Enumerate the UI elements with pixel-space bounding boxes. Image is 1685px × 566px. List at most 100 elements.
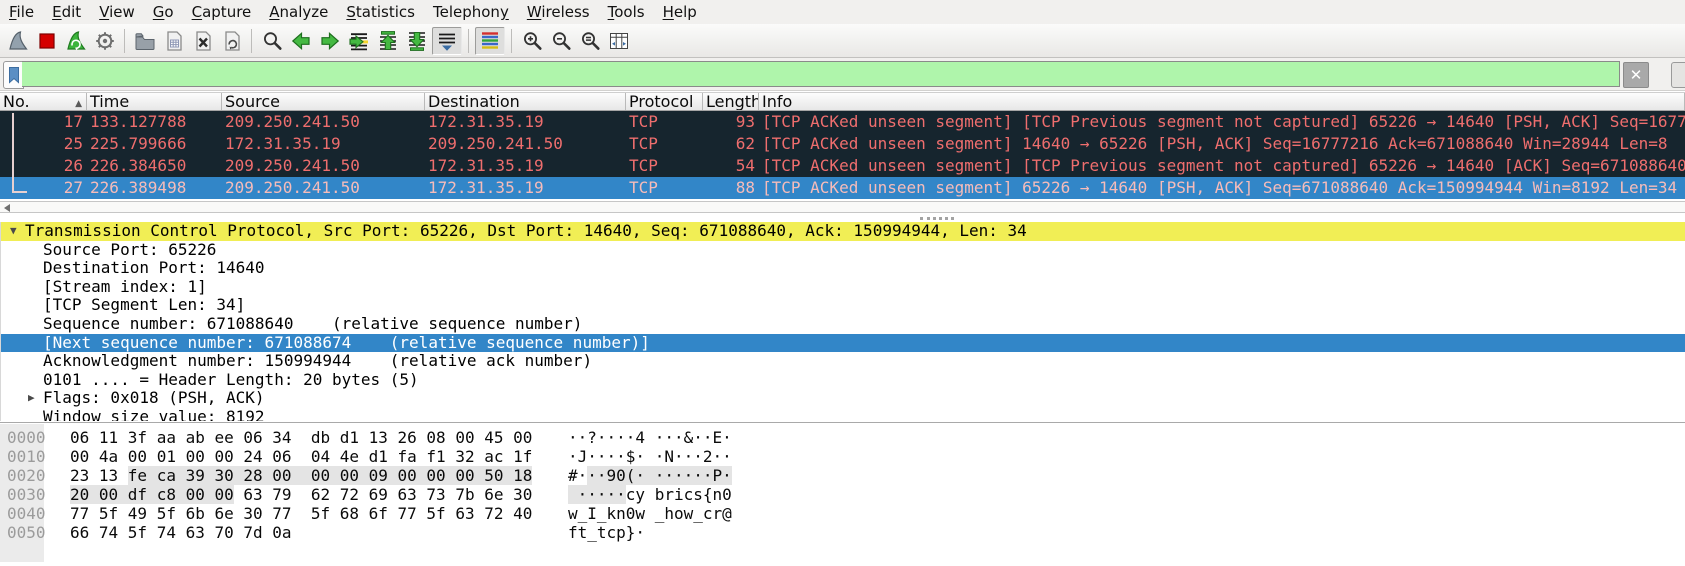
resize-columns-button[interactable] xyxy=(605,27,632,55)
cell-source: 172.31.35.19 xyxy=(222,133,425,155)
expander-open-icon[interactable]: ▼ xyxy=(10,222,17,241)
hex-bytes: 77 5f 49 5f 6b 6e 30 77 5f 68 6f 77 5f 6… xyxy=(70,504,532,523)
filter-apply-button[interactable] xyxy=(1671,62,1685,88)
menu-help[interactable]: Help xyxy=(654,0,706,24)
packet-row-26[interactable]: 26226.384650209.250.241.50172.31.35.19TC… xyxy=(0,155,1685,177)
hex-offset: 0040 xyxy=(7,504,46,523)
previous-packet-button[interactable] xyxy=(287,27,314,55)
detail-row-9[interactable]: ▶Flags: 0x018 (PSH, ACK) xyxy=(1,389,1685,408)
zoom-in-icon xyxy=(520,29,544,53)
hex-row-0020[interactable]: 002023 13 fe ca 39 30 28 00 00 00 09 00 … xyxy=(0,466,1685,485)
zoom-out-button[interactable] xyxy=(547,27,574,55)
first-packet-button[interactable] xyxy=(374,27,401,55)
cell-destination: 209.250.241.50 xyxy=(425,133,626,155)
column-header-length[interactable]: Length xyxy=(703,93,759,110)
hex-row-0050[interactable]: 005066 74 5f 74 63 70 7d 0aft_tcp}· xyxy=(0,523,1685,542)
cell-time: 226.384650 xyxy=(87,155,222,177)
column-header-destination[interactable]: Destination xyxy=(425,93,626,110)
hex-row-0010[interactable]: 001000 4a 00 01 00 00 24 06 04 4e d1 fa … xyxy=(0,447,1685,466)
detail-row-5[interactable]: Sequence number: 671088640 (relative seq… xyxy=(1,315,1685,334)
menu-wireless[interactable]: Wireless xyxy=(518,0,599,24)
main-toolbar xyxy=(0,24,1685,58)
filter-clear-button[interactable]: ✕ xyxy=(1623,62,1649,88)
column-label: Source xyxy=(225,93,280,110)
wireshark-fin-icon xyxy=(6,29,30,53)
save-file-button[interactable] xyxy=(160,27,187,55)
column-label: Length xyxy=(706,93,759,110)
column-header-time[interactable]: Time xyxy=(87,93,222,110)
packet-list-horizontal-scrollbar[interactable] xyxy=(0,201,1685,213)
packet-row-25[interactable]: 25225.799666172.31.35.19209.250.241.50TC… xyxy=(0,133,1685,155)
detail-row-1[interactable]: Source Port: 65226 xyxy=(1,241,1685,260)
hex-offset: 0000 xyxy=(7,428,46,447)
stop-capture-button[interactable] xyxy=(33,27,60,55)
packet-details-pane: ▼Transmission Control Protocol, Src Port… xyxy=(0,222,1685,421)
filter-bookmark-button[interactable] xyxy=(3,61,24,89)
cell-source: 209.250.241.50 xyxy=(222,111,425,133)
detail-text: 0101 .... = Header Length: 20 bytes (5) xyxy=(1,371,419,390)
detail-row-10[interactable]: Window size value: 8192 xyxy=(1,408,1685,421)
autoscroll-icon xyxy=(435,29,459,53)
last-packet-icon xyxy=(405,29,429,53)
hex-bytes: 23 13 fe ca 39 30 28 00 00 00 09 00 00 0… xyxy=(70,466,532,485)
menu-view[interactable]: View xyxy=(90,0,144,24)
expander-closed-icon[interactable]: ▶ xyxy=(28,389,35,408)
hex-offset: 0050 xyxy=(7,523,46,542)
hex-row-0040[interactable]: 0040 77 5f 49 5f 6b 6e 30 77 5f 68 6f 77 … xyxy=(0,504,1685,523)
menu-edit[interactable]: Edit xyxy=(43,0,90,24)
detail-row-3[interactable]: [Stream index: 1] xyxy=(1,278,1685,297)
menu-telephony[interactable]: Telephony xyxy=(424,0,518,24)
hex-row-0000[interactable]: 000006 11 3f aa ab ee 06 34 db d1 13 26 … xyxy=(0,423,1685,447)
hex-row-0030[interactable]: 003020 00 df c8 00 00 63 79 62 72 69 63 … xyxy=(0,485,1685,504)
hex-offset: 0010 xyxy=(7,447,46,466)
wireshark-fin-button[interactable] xyxy=(4,27,31,55)
column-header-no[interactable]: No.▲ xyxy=(0,93,87,110)
find-packet-button[interactable] xyxy=(258,27,285,55)
autoscroll-button[interactable] xyxy=(432,27,462,55)
scrollbar-left-arrow-icon[interactable] xyxy=(4,204,10,212)
menu-statistics[interactable]: Statistics xyxy=(337,0,424,24)
capture-options-button[interactable] xyxy=(91,27,118,55)
hex-ascii: ·J····$· ·N···2·· xyxy=(568,447,732,466)
menu-bar: FileEditViewGoCaptureAnalyzeStatisticsTe… xyxy=(0,0,1685,24)
column-header-protocol[interactable]: Protocol xyxy=(626,93,703,110)
reload-file-button[interactable] xyxy=(218,27,245,55)
restart-capture-button[interactable] xyxy=(62,27,89,55)
menu-go[interactable]: Go xyxy=(144,0,183,24)
hex-ascii: ft_tcp}· xyxy=(568,523,645,542)
packet-row-17[interactable]: 17133.127788209.250.241.50172.31.35.19TC… xyxy=(0,111,1685,133)
column-header-source[interactable]: Source xyxy=(222,93,425,110)
toolbar-separator xyxy=(511,29,512,53)
close-file-button[interactable] xyxy=(189,27,216,55)
pane-splitter[interactable] xyxy=(0,213,1685,222)
hex-ascii: ·····cy brics{n0 xyxy=(568,485,732,504)
packet-list: 17133.127788209.250.241.50172.31.35.19TC… xyxy=(0,111,1685,199)
open-file-button[interactable] xyxy=(131,27,158,55)
colorize-button[interactable] xyxy=(475,27,505,55)
column-header-info[interactable]: Info xyxy=(759,93,1685,110)
zoom-in-button[interactable] xyxy=(518,27,545,55)
wireshark-window: FileEditViewGoCaptureAnalyzeStatisticsTe… xyxy=(0,0,1685,566)
cell-length: 88 xyxy=(703,177,759,199)
cell-destination: 172.31.35.19 xyxy=(425,111,626,133)
first-packet-icon xyxy=(376,29,400,53)
packet-row-27[interactable]: 27226.389498209.250.241.50172.31.35.19TC… xyxy=(0,177,1685,199)
detail-text: Destination Port: 14640 xyxy=(1,259,265,278)
detail-row-4[interactable]: [TCP Segment Len: 34] xyxy=(1,296,1685,315)
goto-packet-button[interactable] xyxy=(345,27,372,55)
detail-row-0[interactable]: ▼Transmission Control Protocol, Src Port… xyxy=(1,222,1685,241)
menu-file[interactable]: File xyxy=(0,0,43,24)
last-packet-button[interactable] xyxy=(403,27,430,55)
detail-text: Sequence number: 671088640 (relative seq… xyxy=(1,315,582,334)
zoom-original-button[interactable] xyxy=(576,27,603,55)
display-filter-input[interactable]: ip.addr == 209.250.241.50 xyxy=(22,61,1620,87)
next-packet-button[interactable] xyxy=(316,27,343,55)
detail-row-2[interactable]: Destination Port: 14640 xyxy=(1,259,1685,278)
menu-capture[interactable]: Capture xyxy=(183,0,261,24)
menu-analyze[interactable]: Analyze xyxy=(260,0,337,24)
detail-row-8[interactable]: 0101 .... = Header Length: 20 bytes (5) xyxy=(1,371,1685,390)
detail-row-7[interactable]: Acknowledgment number: 150994944 (relati… xyxy=(1,352,1685,371)
cell-destination: 172.31.35.19 xyxy=(425,177,626,199)
menu-tools[interactable]: Tools xyxy=(599,0,654,24)
detail-row-6[interactable]: [Next sequence number: 671088674 (relati… xyxy=(1,334,1685,353)
